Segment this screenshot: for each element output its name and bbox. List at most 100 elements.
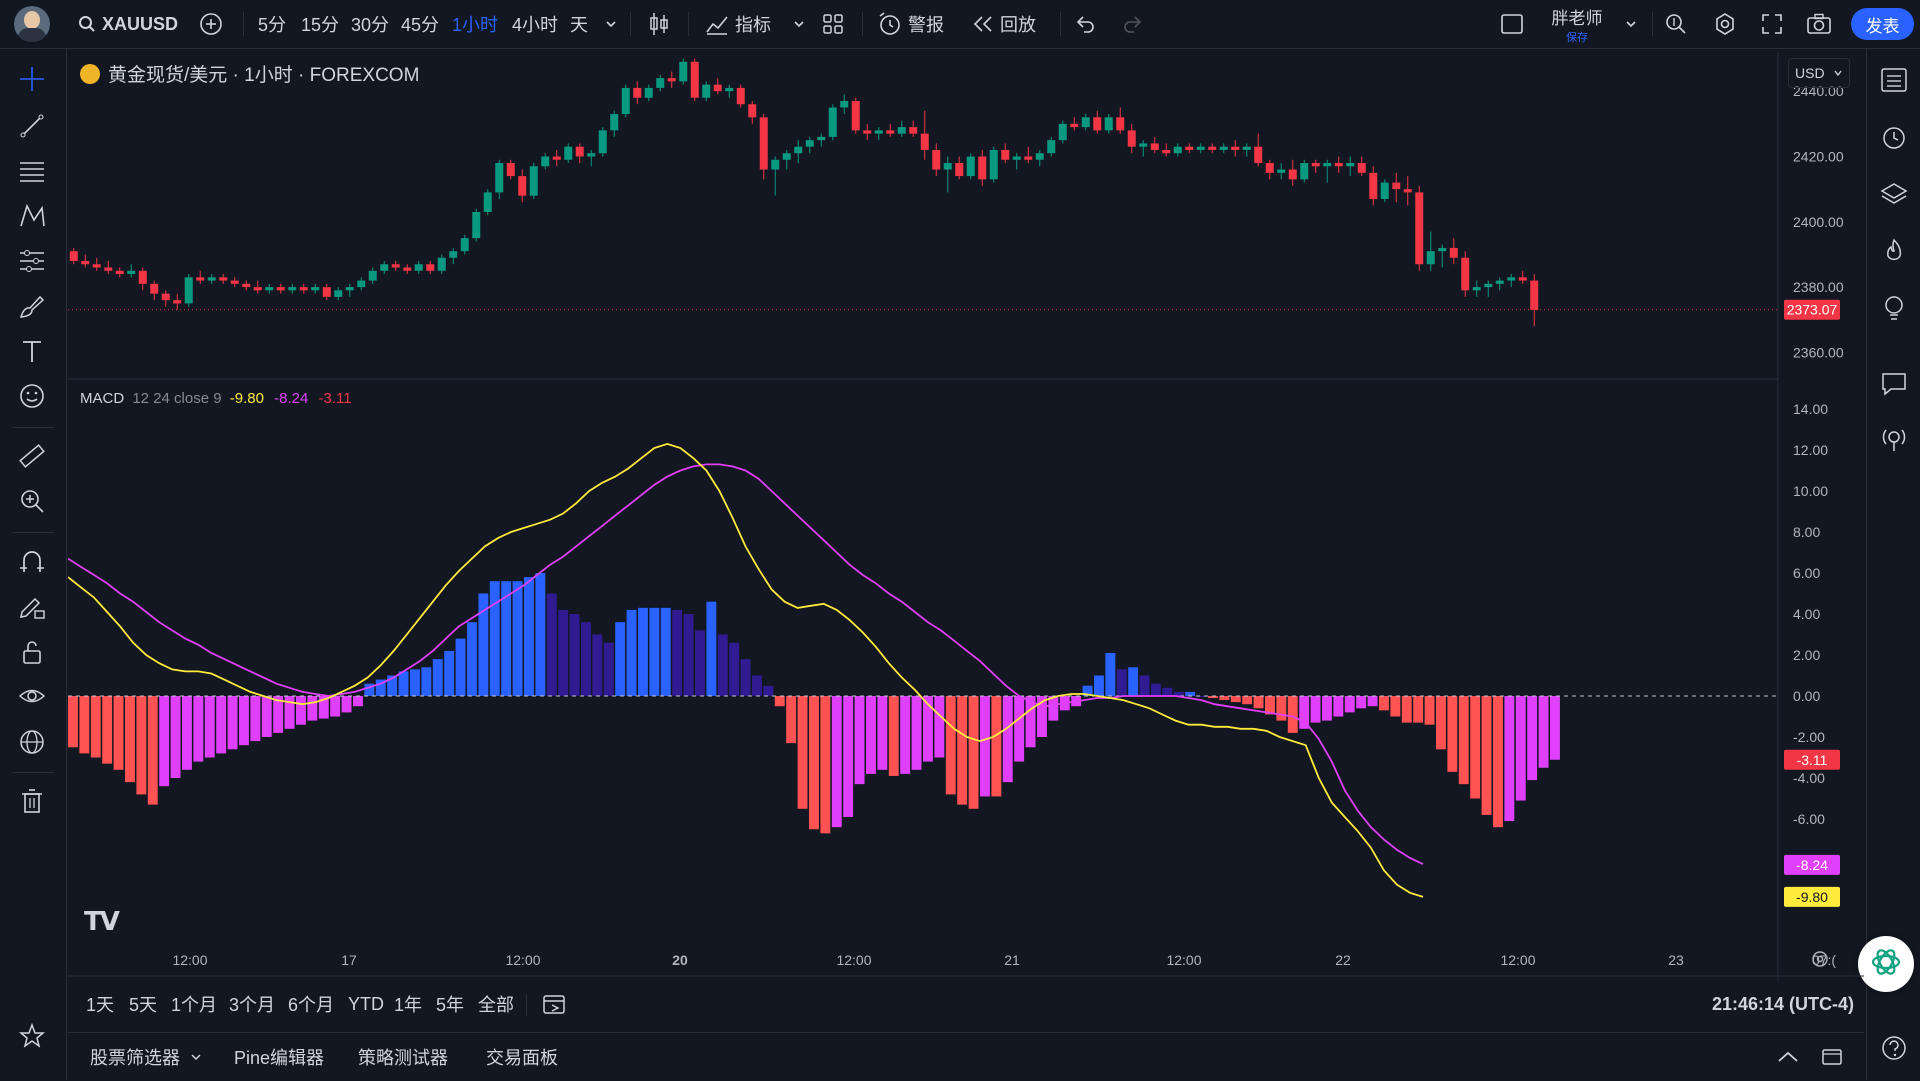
range-1y[interactable]: 1年	[394, 982, 422, 1026]
publish-button[interactable]: 发表	[1851, 8, 1914, 40]
chart-canvas[interactable]: 2440.002420.002400.002380.002360.0014.00…	[67, 52, 1864, 982]
indicators-button[interactable]: 指标	[705, 0, 771, 48]
interval-1d[interactable]: 天	[570, 0, 588, 48]
macd-line-value: -9.80	[229, 390, 264, 407]
tab-screener[interactable]: 股票筛选器	[90, 1035, 202, 1079]
eye-icon[interactable]	[17, 682, 47, 712]
chevron-down-icon[interactable]	[604, 0, 618, 48]
pattern-icon[interactable]	[17, 201, 47, 231]
ruler-icon[interactable]	[17, 441, 47, 471]
redo-icon[interactable]	[1122, 0, 1144, 48]
interval-45m[interactable]: 45分	[401, 0, 439, 48]
range-1m[interactable]: 1个月	[171, 982, 217, 1026]
chevron-down-icon[interactable]	[1624, 0, 1638, 48]
histogram-bar	[1333, 696, 1344, 717]
maximize-panel-icon[interactable]	[1820, 1035, 1844, 1079]
tab-strategy-tester[interactable]: 策略测试器	[358, 1035, 448, 1079]
candle-body	[966, 156, 975, 177]
right-sidebar	[1866, 49, 1920, 1080]
chat-icon[interactable]	[1879, 369, 1909, 399]
range-1d[interactable]: 1天	[86, 982, 114, 1026]
indicators-icon	[705, 12, 729, 36]
trash-icon[interactable]	[17, 786, 47, 816]
unlock-icon[interactable]	[17, 637, 47, 667]
candle-body	[1265, 163, 1274, 173]
symbol-search[interactable]: XAUUSD	[78, 0, 178, 48]
trend-line-icon[interactable]	[17, 111, 47, 141]
ai-assistant-button[interactable]	[1858, 936, 1914, 992]
histogram-bar	[102, 696, 113, 764]
price-tick-label: 2360.00	[1793, 344, 1844, 360]
text-icon[interactable]	[17, 336, 47, 366]
brush-icon[interactable]	[17, 291, 47, 321]
emoji-icon[interactable]	[17, 381, 47, 411]
tab-trading-panel[interactable]: 交易面板	[486, 1035, 558, 1079]
candle-body	[495, 163, 504, 193]
idea-icon[interactable]	[1879, 293, 1909, 323]
interval-30m[interactable]: 30分	[351, 0, 389, 48]
histogram-bar	[809, 696, 819, 830]
help-icon[interactable]	[1879, 1033, 1909, 1063]
range-ytd[interactable]: YTD	[348, 982, 384, 1026]
histogram-bar	[695, 630, 705, 696]
fib-lines-icon[interactable]	[17, 156, 47, 186]
histogram-bar	[558, 609, 569, 696]
fullscreen-icon[interactable]	[1761, 0, 1783, 48]
candle-body	[1426, 251, 1435, 265]
candle-body	[920, 133, 929, 150]
axis-settings-icon[interactable]	[1810, 949, 1830, 974]
layers-icon[interactable]	[1879, 179, 1909, 209]
signal-badge: -8.24	[1796, 857, 1828, 873]
range-3m[interactable]: 3个月	[229, 982, 275, 1026]
clock-display[interactable]: 21:46:14 (UTC-4)	[1712, 982, 1854, 1026]
range-6m[interactable]: 6个月	[288, 982, 334, 1026]
macd-name: MACD	[80, 390, 125, 407]
prediction-icon[interactable]	[17, 246, 47, 276]
candle-body	[357, 280, 366, 288]
interval-5m[interactable]: 5分	[258, 0, 286, 48]
candle-body	[805, 140, 814, 147]
fire-icon[interactable]	[1879, 236, 1909, 266]
currency-selector[interactable]: USD	[1788, 58, 1850, 88]
range-all[interactable]: 全部	[478, 982, 514, 1026]
alarm-clock-icon[interactable]	[1879, 122, 1909, 152]
crosshair-icon[interactable]	[17, 64, 47, 94]
replay-button[interactable]: 回放	[972, 0, 1036, 48]
candles-icon[interactable]	[648, 0, 670, 48]
interval-15m[interactable]: 15分	[301, 0, 339, 48]
histogram-bar	[888, 696, 899, 776]
goto-date-icon[interactable]	[542, 982, 568, 1026]
globe-icon[interactable]	[17, 727, 47, 757]
avatar[interactable]	[14, 6, 50, 42]
candle-body	[1403, 189, 1412, 193]
layout-square-icon[interactable]	[1500, 0, 1524, 48]
broadcast-icon[interactable]	[1879, 424, 1909, 454]
chart-area[interactable]: 2440.00 2420.00 2400.00 2380.00 2360.00 14.00…	[67, 52, 1864, 982]
range-5y[interactable]: 5年	[436, 982, 464, 1026]
interval-4h[interactable]: 4小时	[512, 0, 558, 48]
quick-search-icon[interactable]	[1664, 0, 1688, 48]
tab-pine-editor[interactable]: Pine编辑器	[234, 1035, 324, 1079]
star-icon[interactable]	[17, 1021, 47, 1051]
interval-1h[interactable]: 1小时	[452, 0, 498, 48]
time-tick-label: 23	[1668, 952, 1684, 968]
layout-grid-icon[interactable]	[822, 0, 844, 48]
chevron-down-icon	[1833, 65, 1843, 81]
histogram-bar	[410, 669, 420, 696]
candle-body	[1035, 153, 1044, 160]
lock-pencil-icon[interactable]	[17, 592, 47, 622]
alert-button[interactable]: 警报	[878, 0, 944, 48]
magnet-icon[interactable]	[17, 547, 47, 577]
collapse-up-icon[interactable]	[1776, 1035, 1800, 1079]
range-5d[interactable]: 5天	[129, 982, 157, 1026]
zoom-in-icon[interactable]	[17, 486, 47, 516]
watchlist-icon[interactable]	[1879, 65, 1909, 95]
chevron-down-icon[interactable]	[792, 0, 806, 48]
candle-body	[1461, 257, 1470, 291]
compare-add-icon[interactable]	[198, 0, 224, 48]
camera-icon[interactable]	[1806, 0, 1832, 48]
histogram-bar	[1481, 696, 1492, 815]
layout-name[interactable]: 胖老师 保存	[1548, 4, 1606, 45]
settings-icon[interactable]	[1713, 0, 1737, 48]
undo-icon[interactable]	[1074, 0, 1096, 48]
